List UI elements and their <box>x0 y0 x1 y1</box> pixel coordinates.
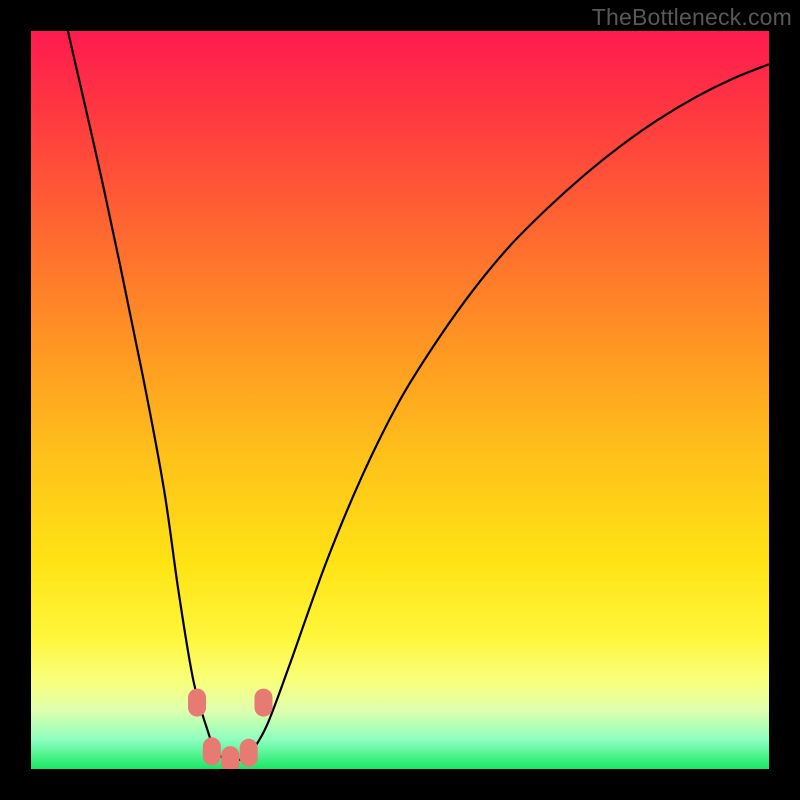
curve-marker <box>254 689 272 717</box>
curve-marker <box>188 689 206 717</box>
watermark-text: TheBottleneck.com <box>592 4 792 31</box>
curve-marker <box>203 737 221 765</box>
curve-marker <box>221 746 239 769</box>
curve-marker <box>240 739 258 767</box>
bottleneck-curve <box>31 31 769 769</box>
plot-area <box>31 31 769 769</box>
